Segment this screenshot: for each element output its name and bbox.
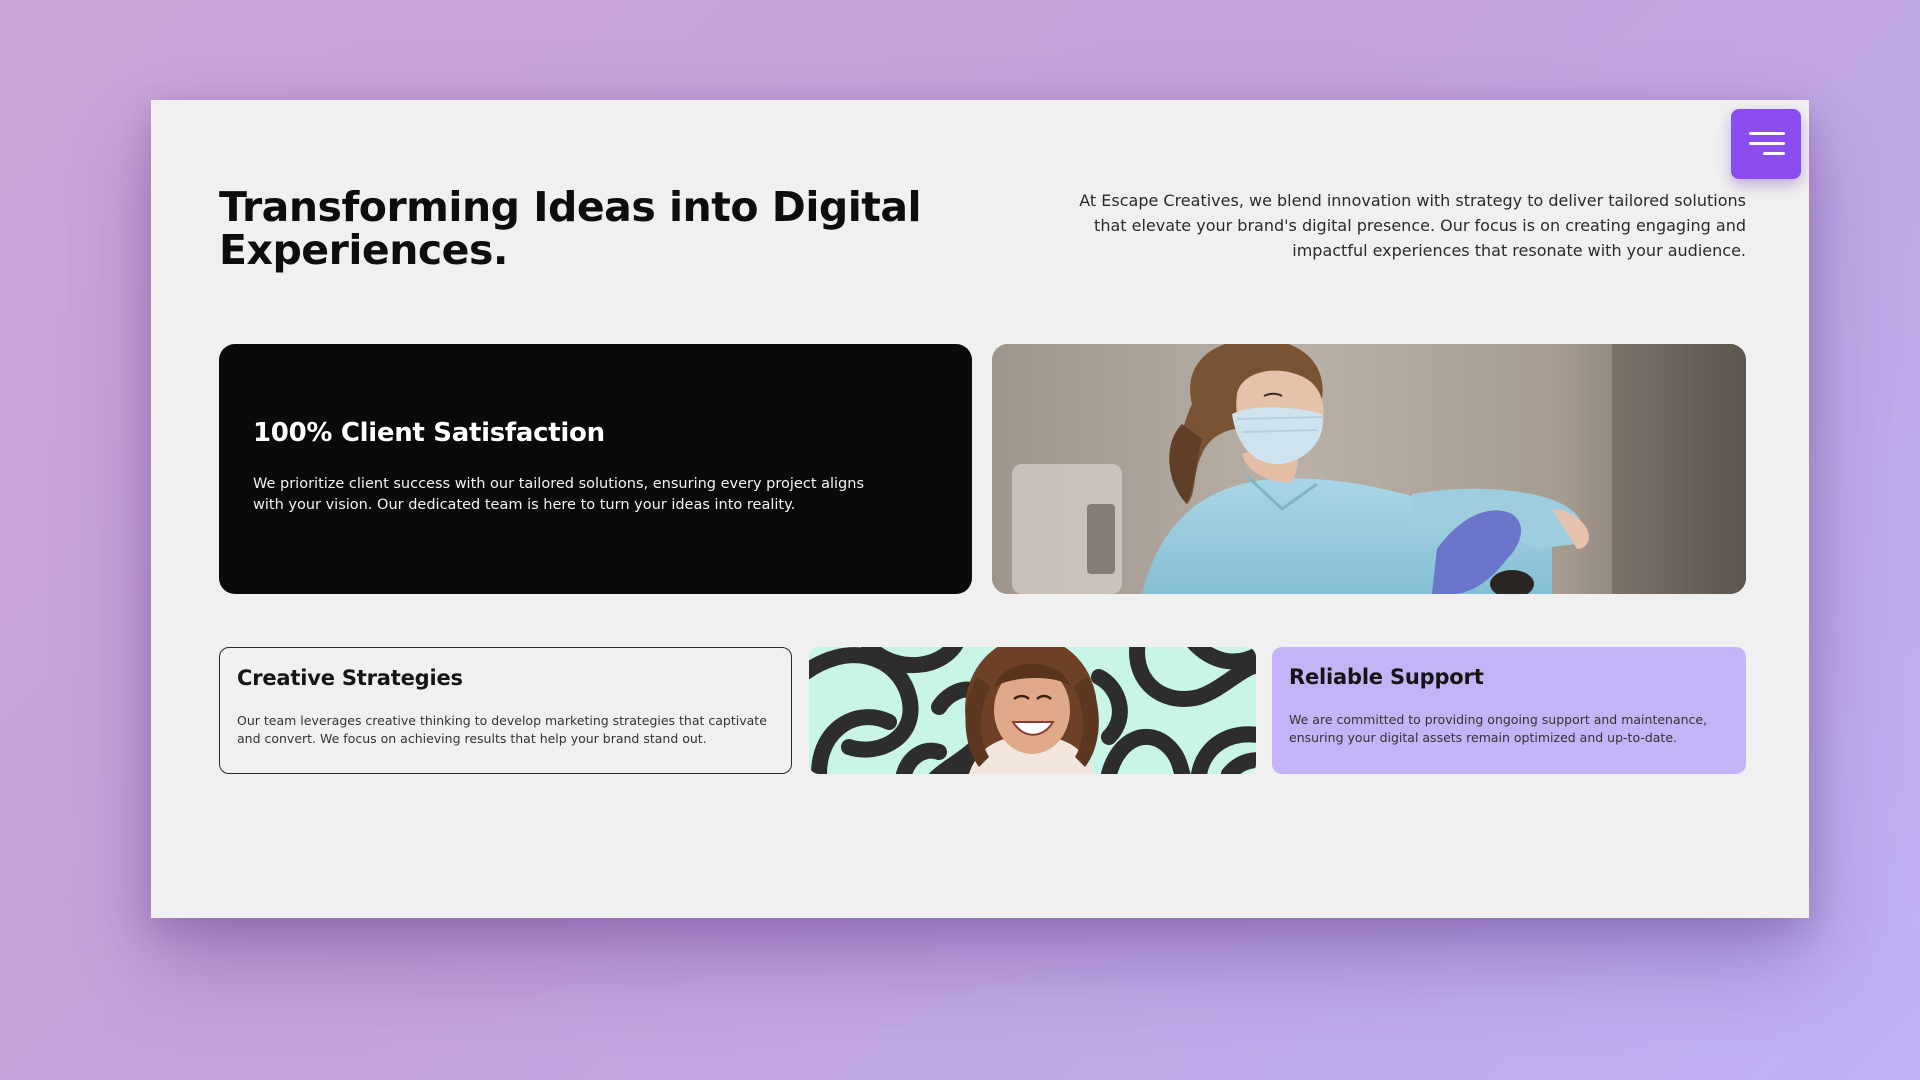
satisfaction-card-text: We prioritize client success with our ta…	[253, 476, 865, 513]
support-card-text: We are committed to providing ongoing su…	[1289, 712, 1708, 745]
menu-line	[1763, 152, 1785, 155]
dental-professional-photo	[992, 344, 1746, 594]
menu-line	[1749, 142, 1785, 145]
content-frame: Transforming Ideas into Digital Experien…	[151, 100, 1809, 918]
satisfaction-card-title: 100% Client Satisfaction	[253, 418, 605, 448]
pattern-illustration	[809, 647, 1256, 774]
reliable-support-card: Reliable Support We are committed to pro…	[1272, 647, 1746, 774]
client-satisfaction-card: 100% Client Satisfaction We prioritize c…	[219, 344, 972, 594]
creative-card-title: Creative Strategies	[237, 666, 463, 690]
menu-line	[1749, 132, 1785, 135]
hamburger-menu-button[interactable]	[1731, 109, 1801, 179]
support-card-title: Reliable Support	[1289, 665, 1484, 689]
photo-illustration	[992, 344, 1746, 594]
intro-description: At Escape Creatives, we blend innovation…	[1079, 191, 1746, 260]
smiling-woman-pattern-image	[809, 647, 1256, 774]
creative-strategies-card: Creative Strategies Our team leverages c…	[219, 647, 792, 774]
page-title: Transforming Ideas into Digital Experien…	[219, 183, 922, 274]
creative-card-text: Our team leverages creative thinking to …	[237, 713, 767, 746]
